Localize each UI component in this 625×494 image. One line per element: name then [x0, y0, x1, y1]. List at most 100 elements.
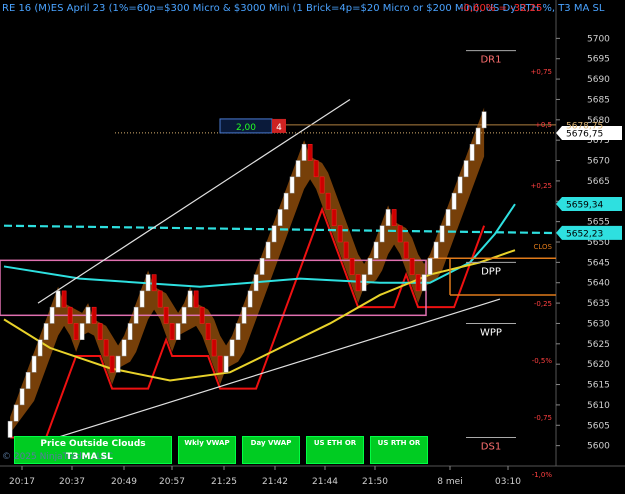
renko-brick: [19, 388, 25, 406]
renko-brick: [481, 111, 487, 129]
percent-label: +0,25: [531, 182, 552, 190]
order-qty-label: 2,00: [236, 123, 256, 133]
renko-brick: [433, 241, 439, 259]
y-tick-label: 5670: [587, 157, 610, 167]
renko-brick: [385, 209, 391, 226]
weekly-vwap-button[interactable]: Wkly VWAP: [178, 436, 236, 464]
renko-brick: [259, 258, 265, 275]
renko-brick: [25, 372, 31, 389]
renko-brick: [241, 306, 247, 324]
t3-ma-label: T3 MA SL: [66, 452, 113, 462]
renko-brick: [13, 404, 19, 422]
renko-brick: [367, 258, 373, 275]
renko-brick: [43, 323, 49, 340]
renko-brick: [121, 339, 127, 357]
pivot-label: DR1: [480, 55, 501, 66]
renko-brick: [151, 274, 157, 292]
y-tick-label: 5605: [587, 421, 610, 431]
y-tick-label: 5645: [587, 258, 610, 268]
renko-brick: [127, 323, 133, 340]
price-tag-label: 5659,34: [566, 200, 603, 210]
renko-brick: [361, 274, 367, 292]
y-tick-label: 5600: [587, 442, 610, 452]
y-tick-label: 5690: [587, 75, 610, 85]
renko-brick: [343, 241, 349, 259]
renko-brick: [7, 420, 13, 438]
percent-label: CLOS: [534, 243, 553, 251]
y-tick-label: 5625: [587, 340, 610, 350]
percent-label: -0,5%: [532, 357, 553, 365]
renko-brick: [139, 290, 145, 308]
renko-brick: [295, 160, 301, 178]
renko-brick: [109, 355, 115, 373]
y-tick-label: 5665: [587, 177, 610, 187]
renko-brick: [235, 323, 241, 340]
renko-brick: [277, 209, 283, 226]
price-tag-label: 5678,75: [566, 121, 603, 131]
renko-brick: [115, 355, 121, 373]
renko-brick: [73, 323, 79, 340]
x-tick-label: 03:10: [495, 477, 521, 487]
renko-brick: [403, 241, 409, 259]
renko-brick: [85, 306, 91, 324]
renko-brick: [451, 192, 457, 210]
x-tick-label: 20:49: [111, 477, 137, 487]
percent-label: +0,5: [535, 121, 552, 129]
renko-brick: [469, 144, 475, 161]
x-tick-label: 21:50: [362, 477, 388, 487]
renko-brick: [133, 306, 139, 324]
y-tick-label: 5635: [587, 299, 610, 309]
x-tick-label: 21:25: [211, 477, 237, 487]
renko-brick: [211, 339, 217, 357]
renko-brick: [283, 192, 289, 210]
renko-brick: [97, 323, 103, 340]
renko-brick: [187, 290, 193, 308]
renko-brick: [253, 274, 259, 292]
renko-brick: [427, 258, 433, 275]
pivot-label: DS1: [481, 441, 501, 452]
renko-brick: [439, 225, 445, 243]
renko-brick: [163, 306, 169, 324]
us-eth-or-button[interactable]: US ETH OR: [306, 436, 364, 464]
y-tick-label: 5615: [587, 381, 610, 391]
renko-brick: [337, 225, 343, 243]
renko-brick: [391, 209, 397, 226]
renko-chart: 5600 5605 5610 5615 5620 5625 5630 5635 5640 5645…: [0, 0, 625, 487]
y-tick-label: 5700: [587, 34, 610, 44]
price-tag-label: 5652,23: [566, 229, 603, 239]
renko-brick: [355, 274, 361, 292]
renko-brick: [205, 323, 211, 340]
us-rth-or-button[interactable]: US RTH OR: [370, 436, 428, 464]
renko-brick: [313, 160, 319, 178]
renko-brick: [229, 339, 235, 357]
y-tick-label: 5685: [587, 95, 610, 105]
x-tick-label: 20:57: [159, 477, 185, 487]
renko-brick: [175, 323, 181, 340]
renko-brick: [247, 290, 253, 308]
pivot-label: DPP: [481, 266, 501, 277]
renko-brick: [307, 144, 313, 161]
renko-brick: [445, 209, 451, 226]
renko-brick: [409, 258, 415, 275]
day-vwap-button[interactable]: Day VWAP: [242, 436, 300, 464]
percent-label: -1,0%: [532, 471, 553, 479]
y-tick-label: 5695: [587, 55, 610, 65]
x-tick-label: 21:44: [312, 477, 338, 487]
x-tick-label: 21:42: [262, 477, 288, 487]
renko-brick: [223, 355, 229, 373]
renko-brick: [319, 176, 325, 194]
renko-brick: [325, 192, 331, 210]
renko-brick: [379, 225, 385, 243]
percent-label: +0,75: [531, 68, 552, 76]
renko-brick: [421, 274, 427, 292]
renko-brick: [79, 323, 85, 340]
renko-brick: [289, 176, 295, 194]
y-tick-label: 5620: [587, 360, 610, 370]
renko-brick: [49, 306, 55, 324]
y-tick-label: 5630: [587, 319, 610, 329]
percent-label: -0,25: [534, 300, 552, 308]
renko-brick: [217, 355, 223, 373]
x-tick-label: 20:17: [9, 477, 35, 487]
renko-brick: [31, 355, 37, 373]
order-count-label: 4: [276, 123, 282, 133]
